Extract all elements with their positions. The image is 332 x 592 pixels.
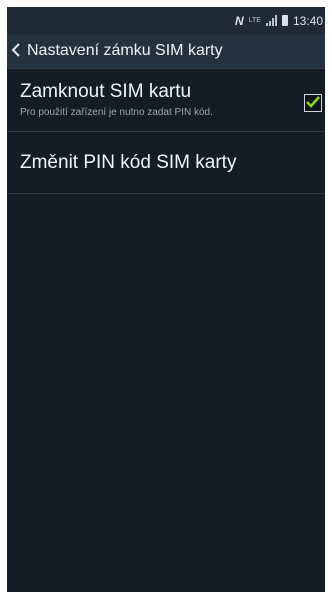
change-pin-title: Změnit PIN kód SIM karty [20, 151, 237, 173]
page-title[interactable]: Nastavení zámku SIM karty [27, 42, 223, 60]
lte-icon: LTE [248, 17, 261, 24]
chevron-left-icon[interactable] [11, 42, 25, 60]
sim-lock-title: Zamknout SIM kartu [20, 81, 192, 102]
status-clock: 13:40 [292, 13, 323, 28]
signal-icon [265, 15, 277, 26]
nfc-icon: N [234, 13, 244, 28]
checkmark-icon [306, 96, 320, 108]
battery-icon [281, 15, 288, 26]
status-bar: N LTE 13:40 [7, 7, 325, 34]
sim-lock-checkbox[interactable] [304, 94, 322, 112]
change-pin-item[interactable]: Změnit PIN kód SIM karty [7, 132, 325, 194]
sim-lock-summary: Pro použití zařízení je nutno zadat PIN … [20, 107, 213, 118]
phone-screen: N LTE 13:40 Nastavení zámku SIM karty Za… [7, 7, 325, 592]
action-bar: Nastavení zámku SIM karty [7, 34, 325, 69]
settings-list: Zamknout SIM kartu Pro použití zařízení … [7, 69, 325, 194]
sim-lock-toggle-item[interactable]: Zamknout SIM kartu Pro použití zařízení … [7, 69, 325, 132]
